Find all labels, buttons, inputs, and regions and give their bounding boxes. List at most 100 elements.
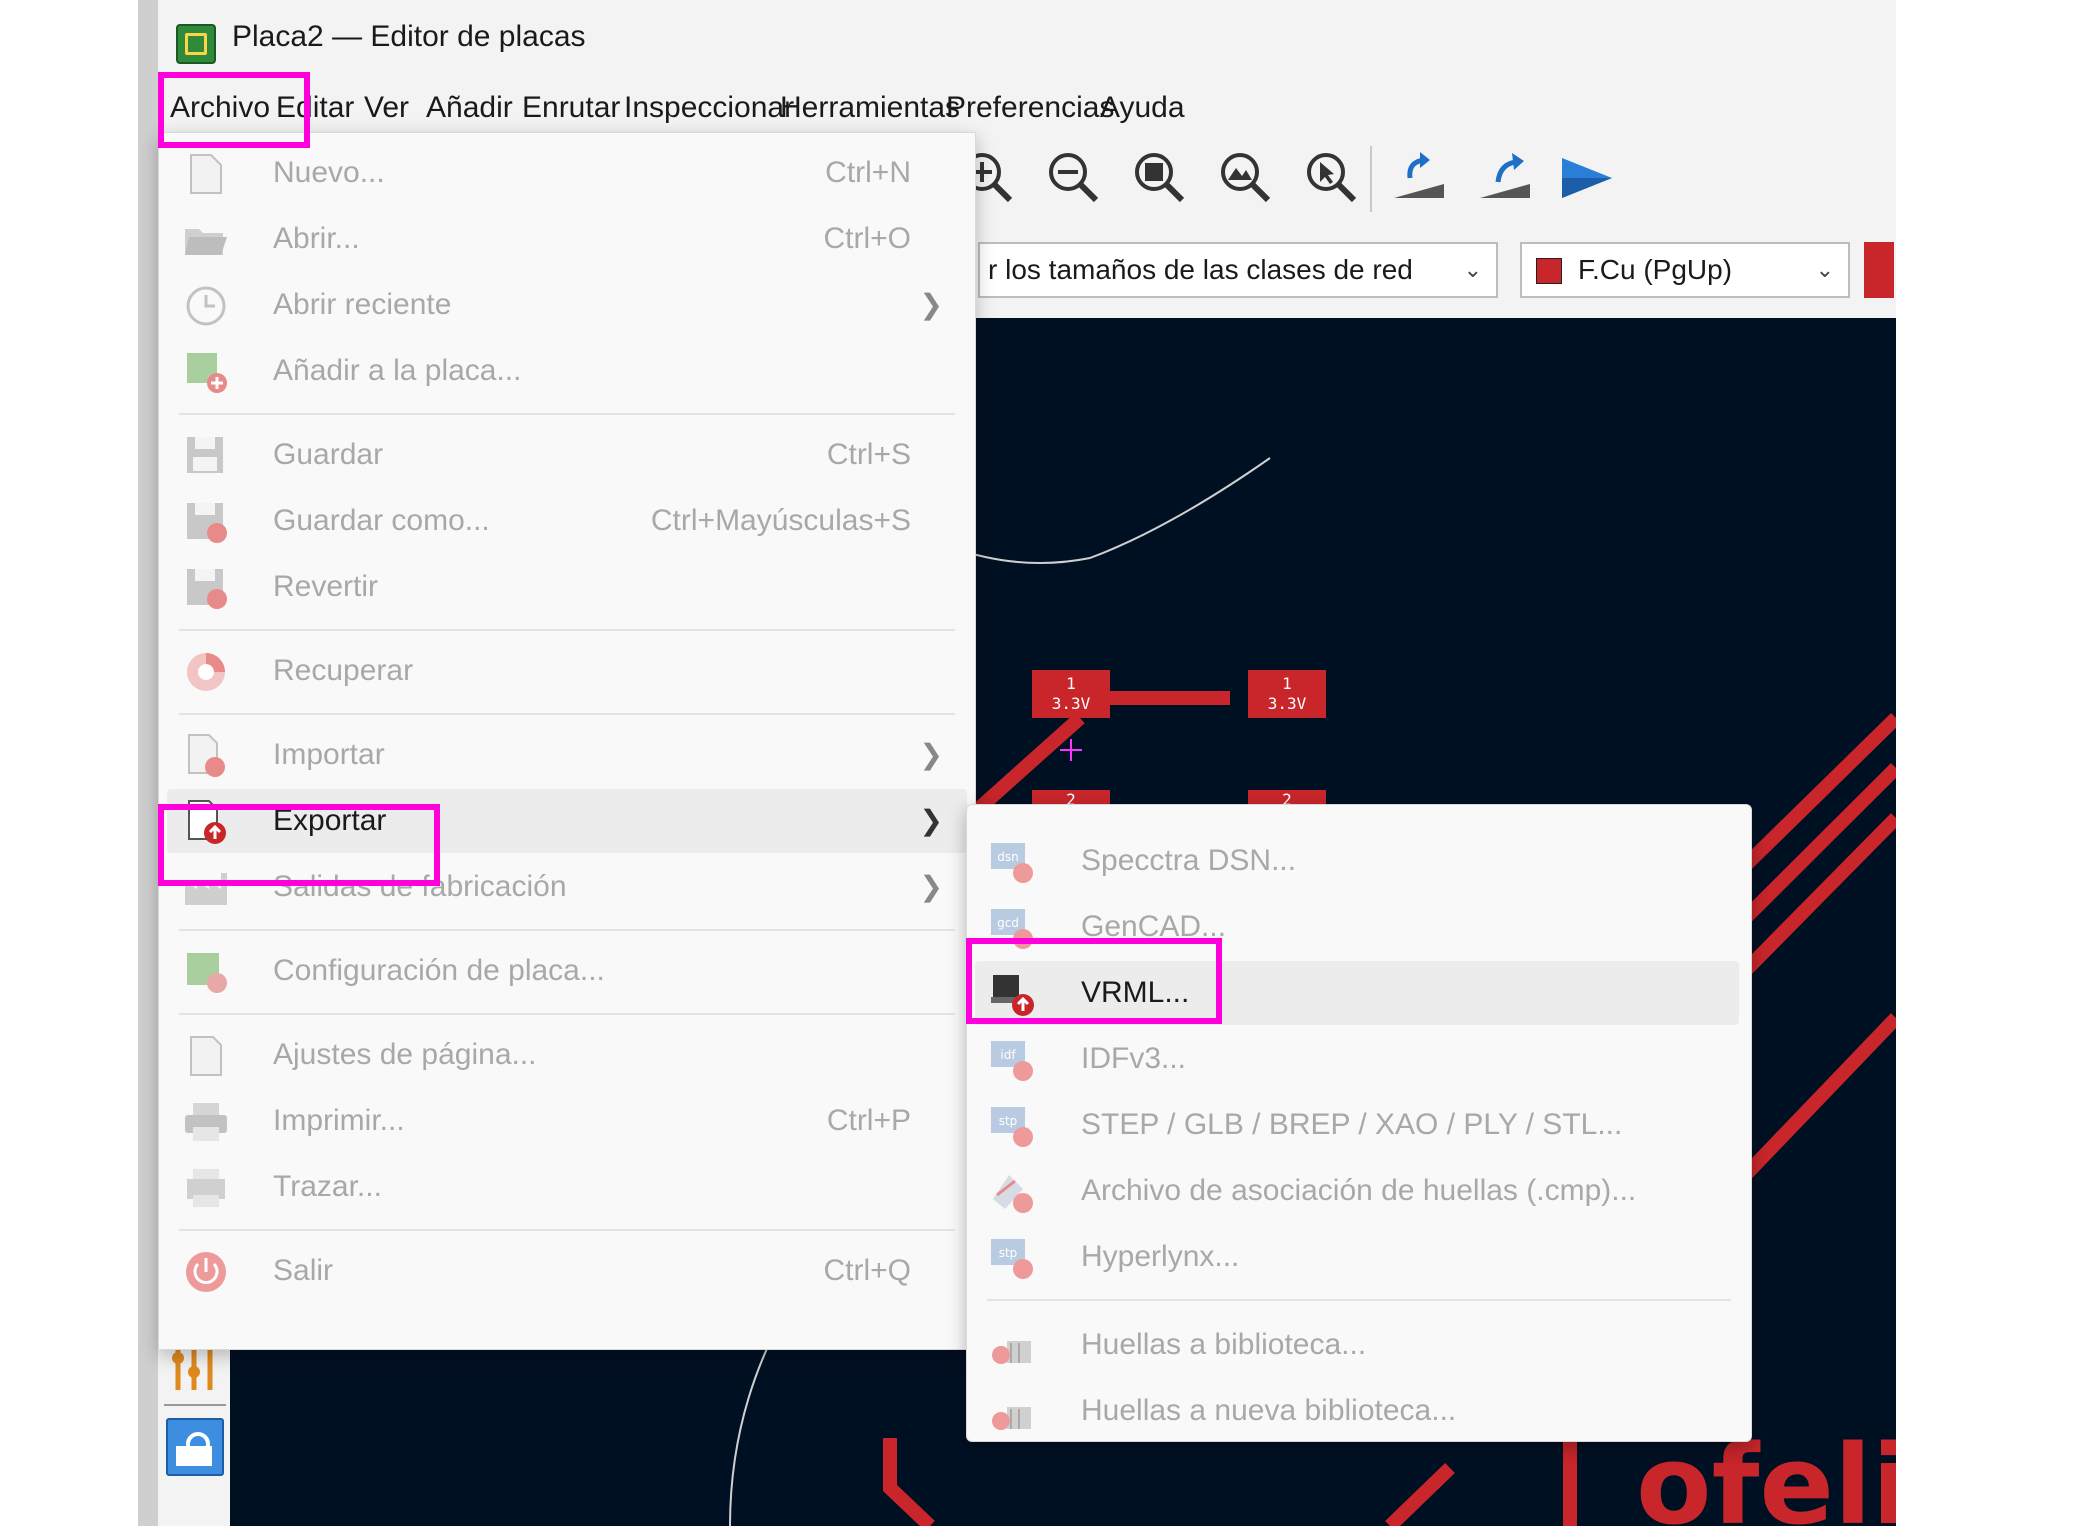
footprint-lib-icon <box>989 1323 1035 1369</box>
step-icon: stp <box>989 1103 1035 1149</box>
menu-anadir[interactable]: Añadir <box>426 86 513 130</box>
submenu-item-specctra-dsn[interactable]: dsn Specctra DSN... <box>975 829 1739 893</box>
submenu-item-label: STEP / GLB / BREP / XAO / PLY / STL... <box>1081 1108 1623 1141</box>
chevron-right-icon: ❯ <box>919 870 943 903</box>
menu-item-label: Guardar como... <box>273 504 490 537</box>
submenu-item-step[interactable]: stp STEP / GLB / BREP / XAO / PLY / STL.… <box>975 1093 1739 1157</box>
layer-dropdown[interactable]: F.Cu (PgUp) ⌄ <box>1520 242 1850 298</box>
menu-item-anadir-placa[interactable]: Añadir a la placa... <box>167 339 967 403</box>
submenu-item-cmp[interactable]: Archivo de asociación de huellas (.cmp).… <box>975 1159 1739 1223</box>
rotate-icon[interactable] <box>1474 146 1536 208</box>
menu-item-guardar[interactable]: Guardar Ctrl+S <box>167 423 967 487</box>
menu-ayuda[interactable]: Ayuda <box>1100 86 1185 130</box>
netclass-sizes-value: r los tamaños de las clases de red <box>988 254 1413 285</box>
submenu-item-hyperlynx[interactable]: stp Hyperlynx... <box>975 1225 1739 1289</box>
zoom-selection-icon[interactable] <box>1300 146 1362 208</box>
menu-item-shortcut: Ctrl+S <box>826 438 911 471</box>
menu-item-label: Añadir a la placa... <box>273 354 522 387</box>
pad-net: 3.3V <box>1267 694 1307 713</box>
menu-ver[interactable]: Ver <box>364 86 409 130</box>
menu-item-label: Nuevo... <box>273 156 385 189</box>
dsn-icon: dsn <box>989 839 1035 885</box>
chevron-right-icon: ❯ <box>919 288 943 321</box>
recover-icon <box>183 649 229 695</box>
menu-item-label: Recuperar <box>273 654 414 687</box>
submenu-item-label: Huellas a nueva biblioteca... <box>1081 1394 1457 1427</box>
window-title: Placa2 — Editor de placas <box>232 20 586 53</box>
menu-item-label: Guardar <box>273 438 384 471</box>
add-board-icon <box>183 349 229 395</box>
print-icon <box>183 1099 229 1145</box>
menu-item-shortcut: Ctrl+Mayúsculas+S <box>650 504 911 537</box>
menu-separator <box>179 1013 955 1015</box>
menu-inspeccionar[interactable]: Inspeccionar <box>624 86 794 130</box>
submenu-item-idfv3[interactable]: idf IDFv3... <box>975 1027 1739 1091</box>
silkscreen-text: ofeliA <box>1636 1421 1896 1526</box>
pad-net: 3.3V <box>1051 694 1091 713</box>
svg-text:dsn: dsn <box>997 850 1018 864</box>
menu-item-recuperar[interactable]: Recuperar <box>167 639 967 703</box>
chevron-down-icon: ⌄ <box>1815 257 1834 282</box>
menu-item-label: Importar <box>273 738 385 771</box>
layers-manager-icon[interactable] <box>166 1418 224 1476</box>
menu-item-label: Configuración de placa... <box>273 954 605 987</box>
submenu-item-huellas-nueva-biblioteca[interactable]: Huellas a nueva biblioteca... <box>975 1379 1739 1443</box>
play-icon[interactable] <box>1554 146 1616 208</box>
save-as-icon <box>183 499 229 545</box>
menu-item-configuracion-placa[interactable]: Configuración de placa... <box>167 939 967 1003</box>
idf-icon: idf <box>989 1037 1035 1083</box>
menu-item-salir[interactable]: Salir Ctrl+Q <box>167 1239 967 1303</box>
menu-item-label: Salir <box>273 1254 334 1287</box>
menu-item-guardar-como[interactable]: Guardar como... Ctrl+Mayúsculas+S <box>167 489 967 553</box>
menu-item-abrir-reciente[interactable]: Abrir reciente ❯ <box>167 273 967 337</box>
menu-herramientas[interactable]: Herramientas <box>780 86 960 130</box>
submenu-item-huellas-biblioteca[interactable]: Huellas a biblioteca... <box>975 1313 1739 1377</box>
menu-item-ajustes-pagina[interactable]: Ajustes de página... <box>167 1023 967 1087</box>
menu-item-shortcut: Ctrl+P <box>826 1104 911 1137</box>
chevron-down-icon: ⌄ <box>1463 257 1482 282</box>
zoom-out-icon[interactable] <box>1042 146 1104 208</box>
submenu-item-label: Hyperlynx... <box>1081 1240 1240 1273</box>
highlight-archivo <box>158 72 310 148</box>
menu-item-trazar[interactable]: Trazar... <box>167 1155 967 1219</box>
plot-icon <box>183 1165 229 1211</box>
cmp-icon <box>989 1169 1035 1215</box>
pad[interactable]: 1 3.3V <box>1248 670 1326 718</box>
toolbar-separator <box>164 1404 226 1406</box>
menu-preferencias[interactable]: Preferencias <box>946 86 1114 130</box>
menu-separator <box>179 929 955 931</box>
clock-icon <box>183 283 229 329</box>
netclass-sizes-dropdown[interactable]: r los tamaños de las clases de red ⌄ <box>978 242 1498 298</box>
menu-separator <box>179 713 955 715</box>
menu-item-label: Imprimir... <box>273 1104 405 1137</box>
menu-enrutar[interactable]: Enrutar <box>522 86 620 130</box>
file-menu: Nuevo... Ctrl+N Abrir... Ctrl+O Abrir re… <box>158 132 976 1350</box>
menu-item-nuevo[interactable]: Nuevo... Ctrl+N <box>167 141 967 205</box>
menu-separator <box>179 1229 955 1231</box>
menu-item-label: Revertir <box>273 570 379 603</box>
zoom-fit-icon[interactable] <box>1128 146 1190 208</box>
pad[interactable]: 1 3.3V <box>1032 670 1110 718</box>
menu-item-label: Trazar... <box>273 1170 382 1203</box>
window-edge <box>138 0 158 1526</box>
svg-text:idf: idf <box>1000 1048 1016 1062</box>
menu-item-shortcut: Ctrl+Q <box>823 1254 911 1287</box>
menu-item-imprimir[interactable]: Imprimir... Ctrl+P <box>167 1089 967 1153</box>
menu-item-revertir[interactable]: Revertir <box>167 555 967 619</box>
layer-value: F.Cu (PgUp) <box>1578 254 1733 285</box>
menu-item-label: Abrir reciente <box>273 288 452 321</box>
layer-color-indicator <box>1864 242 1894 298</box>
menu-item-abrir[interactable]: Abrir... Ctrl+O <box>167 207 967 271</box>
menu-item-shortcut: Ctrl+N <box>825 156 911 189</box>
new-file-icon <box>183 151 229 197</box>
chevron-right-icon: ❯ <box>919 738 943 771</box>
folder-icon <box>183 217 229 263</box>
menu-item-importar[interactable]: Importar ❯ <box>167 723 967 787</box>
import-icon <box>183 733 229 779</box>
flip-board-icon[interactable] <box>1388 146 1450 208</box>
zoom-objects-icon[interactable] <box>1214 146 1276 208</box>
pad-number: 1 <box>1066 674 1076 693</box>
power-icon <box>183 1249 229 1295</box>
menu-item-label: Ajustes de página... <box>273 1038 537 1071</box>
pcbnew-app-icon <box>176 24 216 64</box>
